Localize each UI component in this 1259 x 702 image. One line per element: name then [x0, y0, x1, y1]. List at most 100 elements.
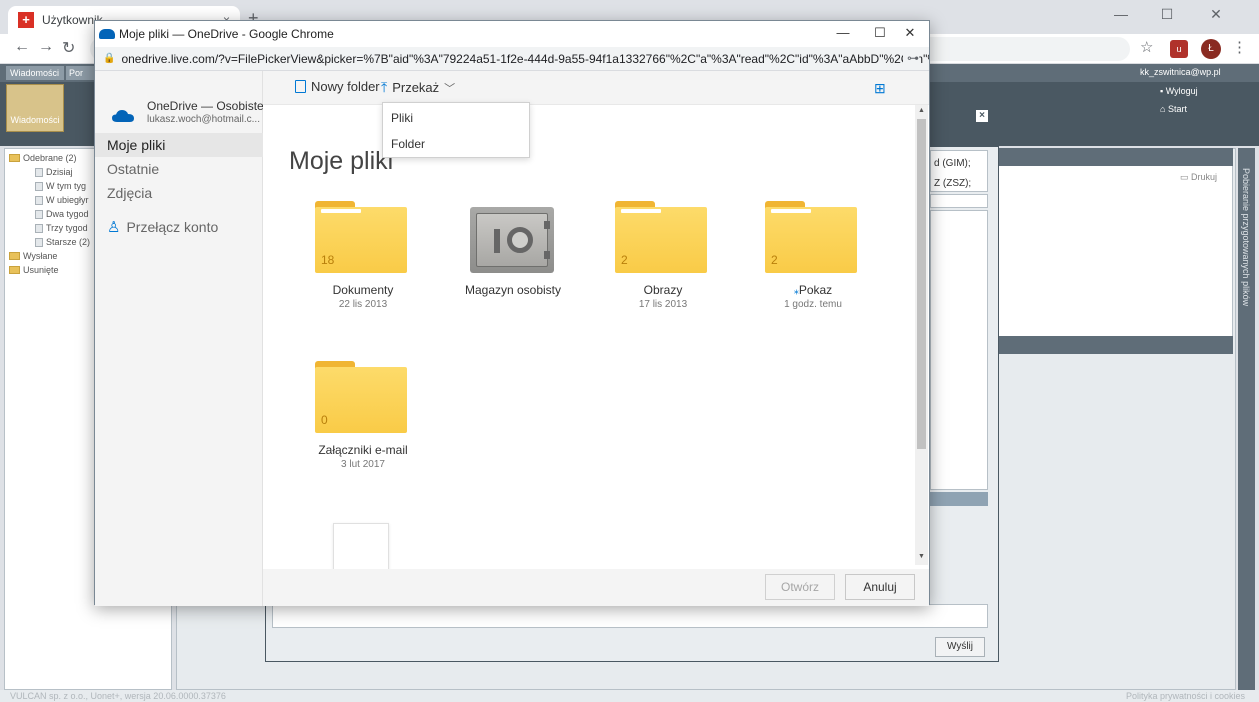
scroll-up-icon[interactable]: ▲	[915, 107, 928, 114]
popup-window-title: Moje pliki — OneDrive - Google Chrome	[119, 27, 334, 41]
folder-item-count: 0	[321, 413, 328, 427]
onedrive-picker-window: Moje pliki — OneDrive - Google Chrome — …	[94, 20, 930, 606]
app-right-panel-header	[995, 148, 1233, 166]
cancel-button[interactable]: Anuluj	[845, 574, 915, 600]
tree-item[interactable]: Odebrane (2)	[9, 153, 77, 163]
app-messages-big-button-label: Wiadomości	[10, 115, 60, 125]
nav-item-photos[interactable]: Zdjęcia	[95, 181, 263, 205]
back-arrow-icon[interactable]: ←	[14, 38, 30, 56]
print-button[interactable]: ▭ Drukuj	[1180, 172, 1217, 183]
upload-arrow-icon: ⤒	[381, 79, 388, 95]
forward-arrow-icon[interactable]: →	[38, 38, 54, 56]
person-icon: ♙	[107, 219, 121, 236]
folder-item-count: 2	[621, 253, 628, 267]
new-folder-label: Nowy folder	[311, 79, 380, 94]
folder-tile-dokumenty[interactable]: 18 Dokumenty 22 lis 2013	[288, 201, 438, 321]
upload-dropdown-menu: Pliki Folder	[382, 102, 530, 158]
view-grid-icon[interactable]: ⊞	[874, 80, 886, 97]
tree-item[interactable]: Dzisiaj	[35, 167, 73, 177]
tree-item[interactable]: Usunięte	[9, 265, 59, 275]
app-right-vertical-bar[interactable]: Pobieranie przygotowanych plików	[1238, 148, 1255, 690]
menu-item-upload-files[interactable]: Pliki	[383, 105, 529, 131]
tile-name: Magazyn osobisty	[464, 283, 562, 297]
vulcan-favicon-icon: +	[18, 12, 34, 28]
tree-item[interactable]: Starsze (2)	[35, 237, 90, 247]
vault-tile-magazyn-osobisty[interactable]: Magazyn osobisty	[438, 201, 588, 321]
folder-item-count: 2	[771, 253, 778, 267]
folder-item-count: 18	[321, 253, 335, 267]
tile-name: ⁎Pokaz	[738, 283, 888, 297]
tree-item[interactable]: Dwa tygod	[35, 209, 89, 219]
key-icon[interactable]: ⊶	[903, 51, 919, 65]
switch-account-button[interactable]: ♙ Przełącz konto	[95, 215, 263, 239]
folder-icon: 18	[315, 201, 407, 273]
scroll-down-icon[interactable]: ▼	[915, 553, 928, 560]
tree-item-label: W ubiegłyr	[46, 195, 89, 205]
app-start-link[interactable]: ⌂ Start	[1160, 104, 1187, 114]
tree-item[interactable]: Trzy tygod	[35, 223, 88, 233]
switch-account-label: Przełącz konto	[126, 219, 219, 235]
app-right-vertical-label: Pobieranie przygotowanych plików	[1241, 168, 1251, 307]
folder-icon	[9, 154, 20, 162]
bookmark-star-icon[interactable]: ☆	[1140, 38, 1153, 56]
folder-icon	[9, 252, 20, 260]
document-icon	[35, 223, 43, 233]
app-logout-label: Wyloguj	[1165, 86, 1198, 96]
folder-tile-pokaz[interactable]: 2 ⁎Pokaz 1 godz. temu	[738, 201, 888, 321]
tree-item[interactable]: W tym tyg	[35, 181, 86, 191]
app-footer: VULCAN sp. z o.o., Uonet+, wersja 20.06.…	[0, 690, 1259, 702]
attachments-field[interactable]	[272, 604, 988, 628]
open-button[interactable]: Otwórz	[765, 574, 835, 600]
chevron-down-icon: ﹀	[444, 82, 456, 95]
lock-icon: 🔒	[103, 53, 116, 64]
popup-maximize-button[interactable]: ☐	[865, 25, 895, 41]
app-start-label: Start	[1167, 104, 1187, 114]
message-body-field[interactable]	[930, 210, 988, 490]
extension-icon[interactable]: u	[1170, 40, 1188, 58]
document-icon	[35, 167, 43, 177]
chrome-menu-icon[interactable]: ⋮	[1232, 38, 1247, 56]
subject-field[interactable]	[930, 194, 988, 208]
app-footer-version: VULCAN sp. z o.o., Uonet+, wersja 20.06.…	[10, 691, 226, 701]
tile-date: 3 lut 2017	[341, 459, 385, 470]
folder-tile-obrazy[interactable]: 2 Obrazy 17 lis 2013	[588, 201, 738, 321]
window-minimize-button[interactable]: —	[1101, 6, 1141, 22]
app-module-tab-por[interactable]: Por	[66, 66, 96, 80]
window-maximize-button[interactable]: ☐	[1147, 6, 1187, 23]
nav-item-recent[interactable]: Ostatnie	[95, 157, 263, 181]
document-icon	[35, 237, 43, 247]
popup-close-button[interactable]: ✕	[895, 25, 925, 41]
app-user-email: kk_zswitnica@wp.pl	[1140, 67, 1221, 77]
app-module-tab-messages[interactable]: Wiadomości	[6, 66, 64, 80]
tree-item[interactable]: Wysłane	[9, 251, 57, 261]
upload-button[interactable]: ⤒ Przekaż ﹀	[381, 79, 455, 96]
file-tile-partial[interactable]	[333, 523, 389, 575]
file-area-scrollbar[interactable]: ▲ ▼	[915, 105, 928, 565]
print-label: Drukuj	[1191, 172, 1218, 182]
recipient-1: d (GIM);	[934, 158, 971, 169]
popup-url-bar[interactable]: 🔒 onedrive.live.com/?v=FilePickerView&pi…	[95, 47, 929, 71]
document-icon	[35, 195, 43, 205]
onedrive-command-bar: Nowy folder ⤒ Przekaż ﹀ ⊞	[263, 71, 929, 105]
scrollbar-thumb[interactable]	[917, 119, 926, 449]
recipients-field[interactable]: d (GIM); Z (ZSZ);	[930, 150, 988, 192]
new-folder-button[interactable]: Nowy folder	[295, 79, 380, 94]
profile-avatar-icon[interactable]: Ł	[1201, 39, 1221, 59]
tree-item[interactable]: W ubiegłyr	[35, 195, 89, 205]
tile-name-text: Pokaz	[798, 283, 833, 297]
nav-item-my-files[interactable]: Moje pliki	[95, 133, 263, 157]
folder-tile-zalaczniki[interactable]: 0 Załączniki e-mail 3 lut 2017	[288, 361, 438, 481]
send-button[interactable]: Wyślij	[935, 637, 985, 657]
reload-icon[interactable]: ↻	[62, 38, 75, 58]
app-dialog-close-icon[interactable]: ×	[976, 110, 988, 122]
app-messages-big-button[interactable]: Wiadomości	[6, 84, 64, 132]
onedrive-file-area: Moje pliki 18 Dokumenty 22 lis 2013 Maga…	[263, 105, 915, 575]
tree-item-label: Dwa tygod	[46, 209, 89, 219]
popup-minimize-button[interactable]: —	[828, 25, 858, 40]
app-logout-link[interactable]: ▪ Wyloguj	[1160, 86, 1198, 96]
window-close-button[interactable]: ✕	[1196, 6, 1236, 23]
page-title: Moje pliki	[289, 147, 394, 175]
folder-icon: 2	[765, 201, 857, 273]
app-footer-privacy-link[interactable]: Polityka prywatności i cookies	[1126, 690, 1245, 702]
menu-item-upload-folder[interactable]: Folder	[383, 131, 529, 157]
